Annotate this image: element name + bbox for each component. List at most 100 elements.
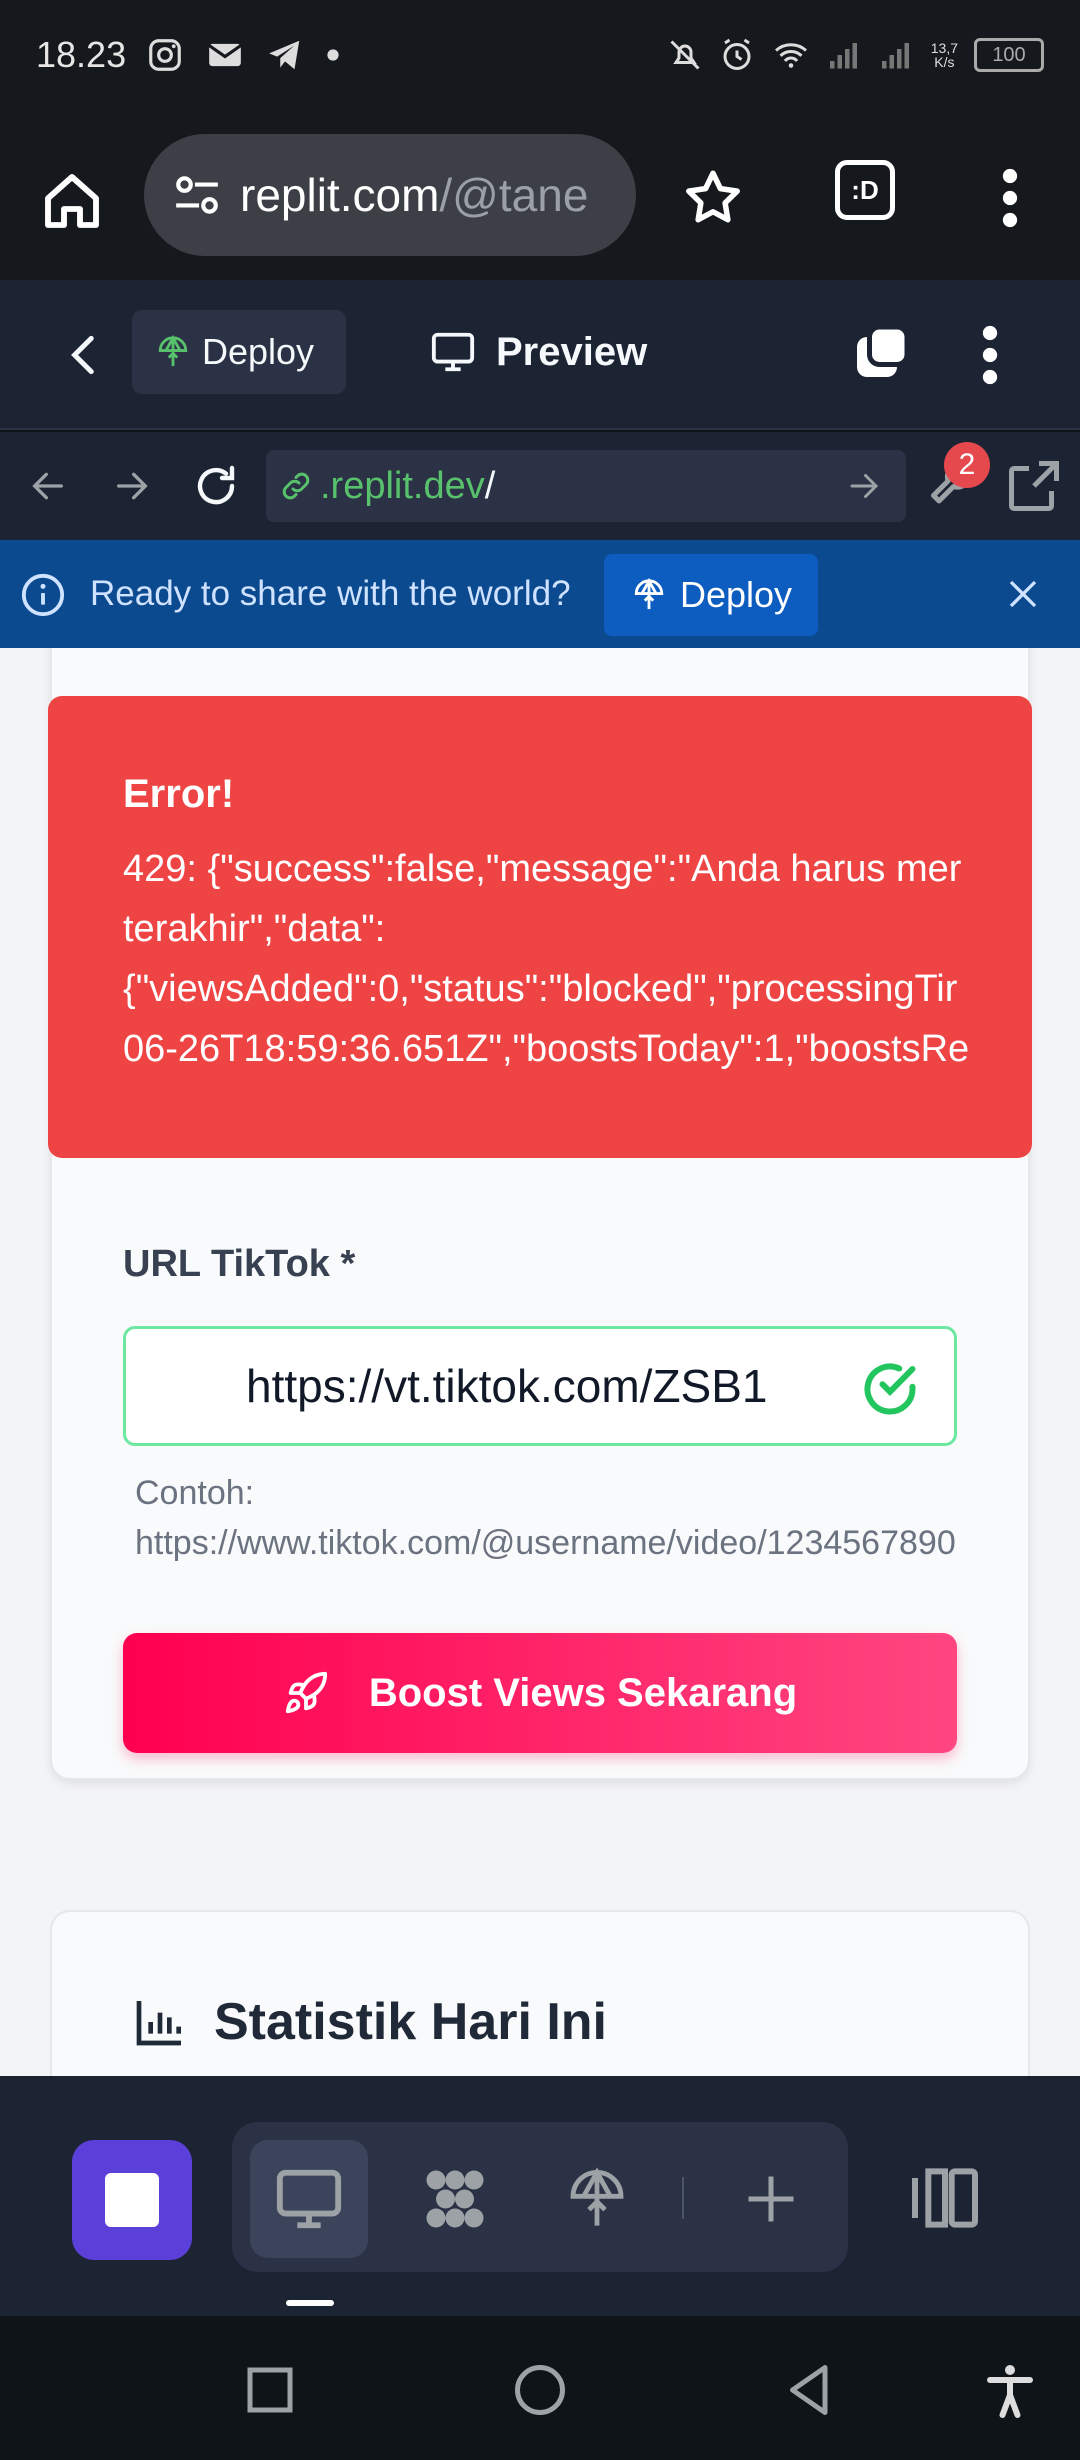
tab-deploy-label: Deploy: [202, 331, 315, 372]
tab-deploy[interactable]: Deploy: [132, 310, 346, 394]
url-field-label: URL TikTok *: [123, 1243, 356, 1285]
stats-title: Statistik Hari Ini: [214, 1993, 607, 2051]
tool-tab-workflows[interactable]: [396, 2140, 514, 2258]
replit-more-icon[interactable]: [975, 322, 1005, 388]
deploy-icon: [570, 2167, 624, 2226]
banner-deploy-button[interactable]: Deploy: [604, 554, 818, 636]
tool-tab-add[interactable]: [712, 2140, 830, 2258]
telegram-icon: [269, 40, 300, 70]
browser-toolbar: replit.com/@tane :D: [0, 110, 1080, 280]
more-vert-icon[interactable]: [990, 165, 1030, 231]
home-icon: [45, 174, 99, 228]
tab-count: :D: [851, 174, 879, 205]
address-host: replit.com: [240, 169, 440, 221]
tool-tab-preview[interactable]: [250, 2140, 368, 2258]
tab-preview-label: Preview: [496, 329, 648, 374]
tab-preview[interactable]: Preview: [430, 310, 647, 394]
tool-tab-group: [232, 2122, 848, 2272]
recents-square-icon[interactable]: [240, 2360, 300, 2420]
signal-icon: [829, 43, 857, 69]
close-icon[interactable]: [1005, 576, 1041, 612]
arrow-right-icon: [117, 472, 148, 500]
webview-url-host: .replit.dev: [320, 464, 485, 507]
link-icon: [282, 472, 310, 500]
monitor-icon: [431, 332, 475, 372]
webview-back-button[interactable]: [18, 456, 78, 516]
plus-icon: [748, 2176, 794, 2222]
boost-views-button[interactable]: Boost Views Sekarang: [123, 1633, 957, 1753]
system-nav-bar: [0, 2316, 1080, 2460]
arrow-left-icon: [32, 472, 63, 500]
open-external-icon[interactable]: [1004, 456, 1064, 516]
webview-forward-button[interactable]: [102, 456, 162, 516]
banner-deploy-label: Deploy: [680, 574, 793, 615]
webview-reload-button[interactable]: [186, 456, 246, 516]
app-button[interactable]: [72, 2140, 192, 2260]
webview-nav-bar: .replit.dev /: [0, 432, 1080, 540]
info-icon: [21, 573, 65, 617]
tab-switcher-button[interactable]: :D: [835, 160, 895, 220]
stats-header: Statistik Hari Ini: [132, 1992, 607, 2052]
stats-card: Statistik Hari Ini: [50, 1910, 1030, 2076]
net-speed-unit: K/s: [934, 54, 955, 70]
url-hint-example: https://www.tiktok.com/@username/video/1…: [135, 1524, 956, 1562]
battery-level: 100: [992, 43, 1026, 66]
replit-header: Deploy Preview: [0, 280, 1080, 430]
error-message-line: 06-26T18:59:36.651Z","boostsToday":1,"bo…: [123, 1028, 970, 1070]
deploy-icon: [634, 578, 664, 610]
deploy-banner: Ready to share with the world? Deploy: [0, 540, 1080, 648]
net-speed: 13,7 K/s: [931, 41, 958, 69]
status-time: 18.23: [36, 34, 127, 75]
back-chevron-icon[interactable]: [60, 325, 110, 385]
error-alert: Error! 429: {"success":false,"message":"…: [48, 696, 1032, 1158]
net-speed-value: 13,7: [930, 40, 958, 56]
signal-icon-2: [881, 43, 909, 69]
status-bar: 18.23 13,7 K/s 100: [0, 0, 1080, 110]
mail-icon: [208, 43, 242, 67]
error-message-line: {"viewsAdded":0,"status":"blocked","proc…: [123, 968, 958, 1010]
replit-bottom-bar: [0, 2076, 1080, 2316]
devtools-badge-count: 2: [958, 448, 976, 481]
tool-tab-separator: [682, 2177, 684, 2219]
webview-page: Error! 429: {"success":false,"message":"…: [0, 648, 1080, 2076]
dot-icon: [327, 49, 339, 61]
rocket-icon: [285, 1671, 327, 1714]
monitor-icon: [276, 2169, 342, 2229]
layout-toggle-icon[interactable]: [905, 2158, 985, 2238]
bookmark-star-icon[interactable]: [680, 165, 746, 231]
reload-icon: [197, 465, 235, 505]
site-settings-icon[interactable]: [172, 170, 222, 220]
alarm-icon: [723, 38, 751, 70]
wifi-icon: [774, 43, 807, 68]
address-bar[interactable]: replit.com/@tane: [144, 134, 636, 256]
tool-tab-deploy[interactable]: [538, 2140, 656, 2258]
tab-indicator: [286, 2300, 334, 2306]
bell-off-icon: [670, 40, 700, 70]
url-hint: Contoh: https://www.tiktok.com/@username…: [135, 1468, 956, 1568]
instagram-icon: [149, 39, 181, 71]
deploy-icon: [158, 335, 188, 367]
tiktok-url-input[interactable]: https://vt.tiktok.com/ZSB1: [123, 1326, 957, 1446]
error-title: Error!: [123, 772, 235, 816]
error-message-line: terakhir","data":: [123, 908, 386, 950]
banner-message: Ready to share with the world?: [90, 574, 571, 613]
back-triangle-icon[interactable]: [780, 2360, 840, 2420]
devtools-badge: 2: [944, 442, 990, 488]
check-circle-icon: [864, 1363, 916, 1415]
home-circle-icon[interactable]: [510, 2360, 570, 2420]
address-path: /@tane: [439, 169, 589, 221]
accessibility-icon[interactable]: [980, 2360, 1040, 2420]
nodes-icon: [426, 2170, 484, 2228]
boost-views-label: Boost Views Sekarang: [368, 1670, 798, 1715]
webview-url-path: /: [484, 464, 496, 507]
tiktok-url-value: https://vt.tiktok.com/ZSB1: [246, 1360, 768, 1412]
error-message-line: 429: {"success":false,"message":"Anda ha…: [123, 848, 962, 890]
stop-square-icon: [105, 2173, 159, 2227]
home-button[interactable]: [36, 165, 108, 237]
battery-icon: 100: [974, 38, 1044, 72]
windows-icon[interactable]: [852, 322, 912, 382]
go-arrow-icon[interactable]: [846, 468, 882, 504]
url-hint-label: Contoh:: [135, 1474, 255, 1512]
bar-chart-icon: [136, 2001, 181, 2046]
webview-url-bar[interactable]: .replit.dev /: [266, 450, 906, 522]
